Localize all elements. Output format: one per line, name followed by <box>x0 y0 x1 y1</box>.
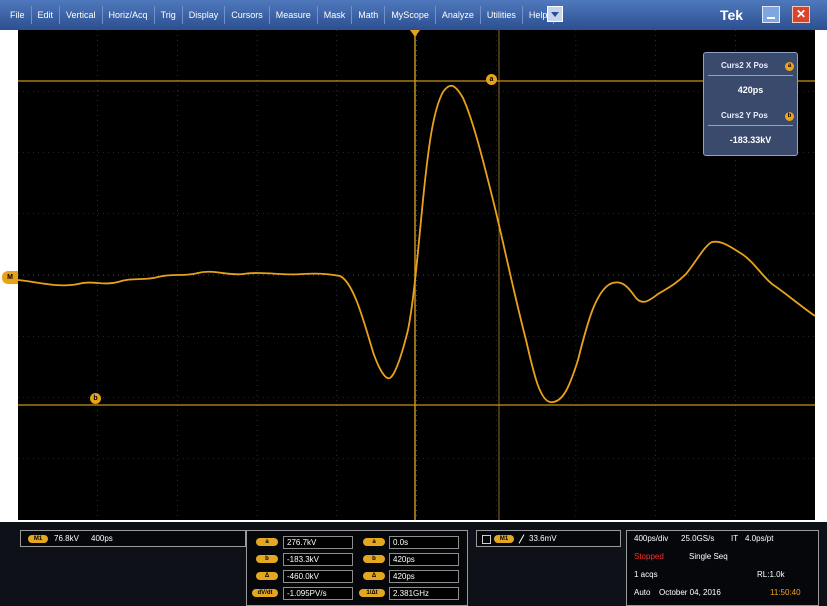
cursor-badge: b <box>256 555 278 563</box>
trigger-position-marker[interactable] <box>410 30 420 37</box>
cursor-badge: a <box>256 538 278 546</box>
trigger-box[interactable]: M1 33.6mV <box>476 530 621 547</box>
menu-item-edit[interactable]: Edit <box>32 6 61 24</box>
menu-item-analyze[interactable]: Analyze <box>436 6 481 24</box>
cursor-badge: dV/dt <box>252 589 278 597</box>
cursor-a-marker-icon[interactable]: a <box>486 74 497 85</box>
cursor-measurements-box[interactable]: a 276.7kV a 0.0s b -183.3kV b 420ps Δ -460.0kV Δ 42… <box>246 530 468 606</box>
cursor-b-badge-icon: b <box>785 112 794 121</box>
cursor-badge: a <box>363 538 385 546</box>
cursor-readout-panel: Curs2 X Pos a 420ps Curs2 Y Pos b -183.3… <box>703 52 798 156</box>
trigger-source-icon <box>482 535 491 544</box>
close-icon[interactable]: ✕ <box>792 6 810 23</box>
cursor-badge: 1/Δt <box>359 589 385 597</box>
acq-mode-it: IT <box>731 534 739 543</box>
graticule-grid <box>18 30 815 520</box>
readout-divider <box>708 125 793 126</box>
cursor-badge: Δ <box>363 572 385 580</box>
channel-marker-icon[interactable]: M <box>2 271 18 284</box>
cursor-badge: b <box>363 555 385 563</box>
cursor-value: 276.7kV <box>283 536 353 549</box>
cursor-value: 2.381GHz <box>389 587 459 600</box>
menu-item-trig[interactable]: Trig <box>155 6 183 24</box>
cursor-value: -1.095PV/s <box>283 587 353 600</box>
menu-item-myscope[interactable]: MyScope <box>385 6 436 24</box>
minimize-icon[interactable] <box>762 6 780 23</box>
channel-badge: M1 <box>28 535 48 543</box>
menu-item-horiz-acq[interactable]: Horiz/Acq <box>103 6 155 24</box>
date: October 04, 2016 <box>659 588 721 597</box>
cursor-x-pos-value: 420ps <box>737 85 764 95</box>
cursor-badge: Δ <box>256 572 278 580</box>
menu-item-vertical[interactable]: Vertical <box>60 6 103 24</box>
channel-scale: 76.8kV <box>54 534 79 543</box>
menu-bar: File Edit Vertical Horiz/Acq Trig Display Curs… <box>0 0 827 30</box>
menu-item-utilities[interactable]: Utilities <box>481 6 523 24</box>
channel-time: 400ps <box>91 534 113 543</box>
record-length: RL:1.0k <box>757 570 785 579</box>
status-area: M1 76.8kV 400ps a 276.7kV a 0.0s b -183.3kV b 4… <box>0 522 827 606</box>
chevron-down-icon[interactable] <box>547 6 563 22</box>
menu-list: File Edit Vertical Horiz/Acq Trig Display Curs… <box>4 6 555 24</box>
menu-item-file[interactable]: File <box>4 6 32 24</box>
menu-item-measure[interactable]: Measure <box>270 6 318 24</box>
cursor-x-pos-label: Curs2 X Pos <box>721 61 769 70</box>
acquisition-state: Stopped <box>634 552 664 561</box>
trigger-level: 33.6mV <box>529 534 557 543</box>
cursor-value: 0.0s <box>389 536 459 549</box>
sample-rate: 25.0GS/s <box>681 534 715 543</box>
menu-item-display[interactable]: Display <box>183 6 226 24</box>
cursor-y-pos-label: Curs2 Y Pos <box>721 111 768 120</box>
trigger-badge: M1 <box>494 535 514 543</box>
graticule <box>18 30 815 520</box>
cursor-value: 420ps <box>389 570 459 583</box>
menu-item-cursors[interactable]: Cursors <box>225 6 270 24</box>
cursor-b-marker-icon[interactable]: b <box>90 393 101 404</box>
trigger-mode: Auto <box>634 588 651 597</box>
rising-edge-icon <box>518 534 525 544</box>
acquisition-mode: Single Seq <box>689 552 728 561</box>
acquisition-count: 1 acqs <box>634 570 658 579</box>
cursor-value: -183.3kV <box>283 553 353 566</box>
cursor-value: -460.0kV <box>283 570 353 583</box>
waveform-display[interactable]: M a b <box>2 30 815 520</box>
acquisition-box[interactable]: 400ps/div 25.0GS/s IT 4.0ps/pt Stopped S… <box>626 530 819 606</box>
menu-item-math[interactable]: Math <box>352 6 386 24</box>
resolution: 4.0ps/pt <box>745 534 774 543</box>
cursor-y-pos-value: -183.33kV <box>729 135 772 145</box>
channel-scale-box[interactable]: M1 76.8kV 400ps <box>20 530 246 547</box>
horizontal-scale: 400ps/div <box>634 534 669 543</box>
menu-item-mask[interactable]: Mask <box>318 6 353 24</box>
waveform-trace <box>18 84 815 403</box>
cursor-value: 420ps <box>389 553 459 566</box>
readout-divider <box>708 75 793 76</box>
cursor-a-badge-icon: a <box>785 62 794 71</box>
clock-time: 11:50:40 <box>770 588 801 597</box>
brand-logo: Tek <box>720 7 744 23</box>
